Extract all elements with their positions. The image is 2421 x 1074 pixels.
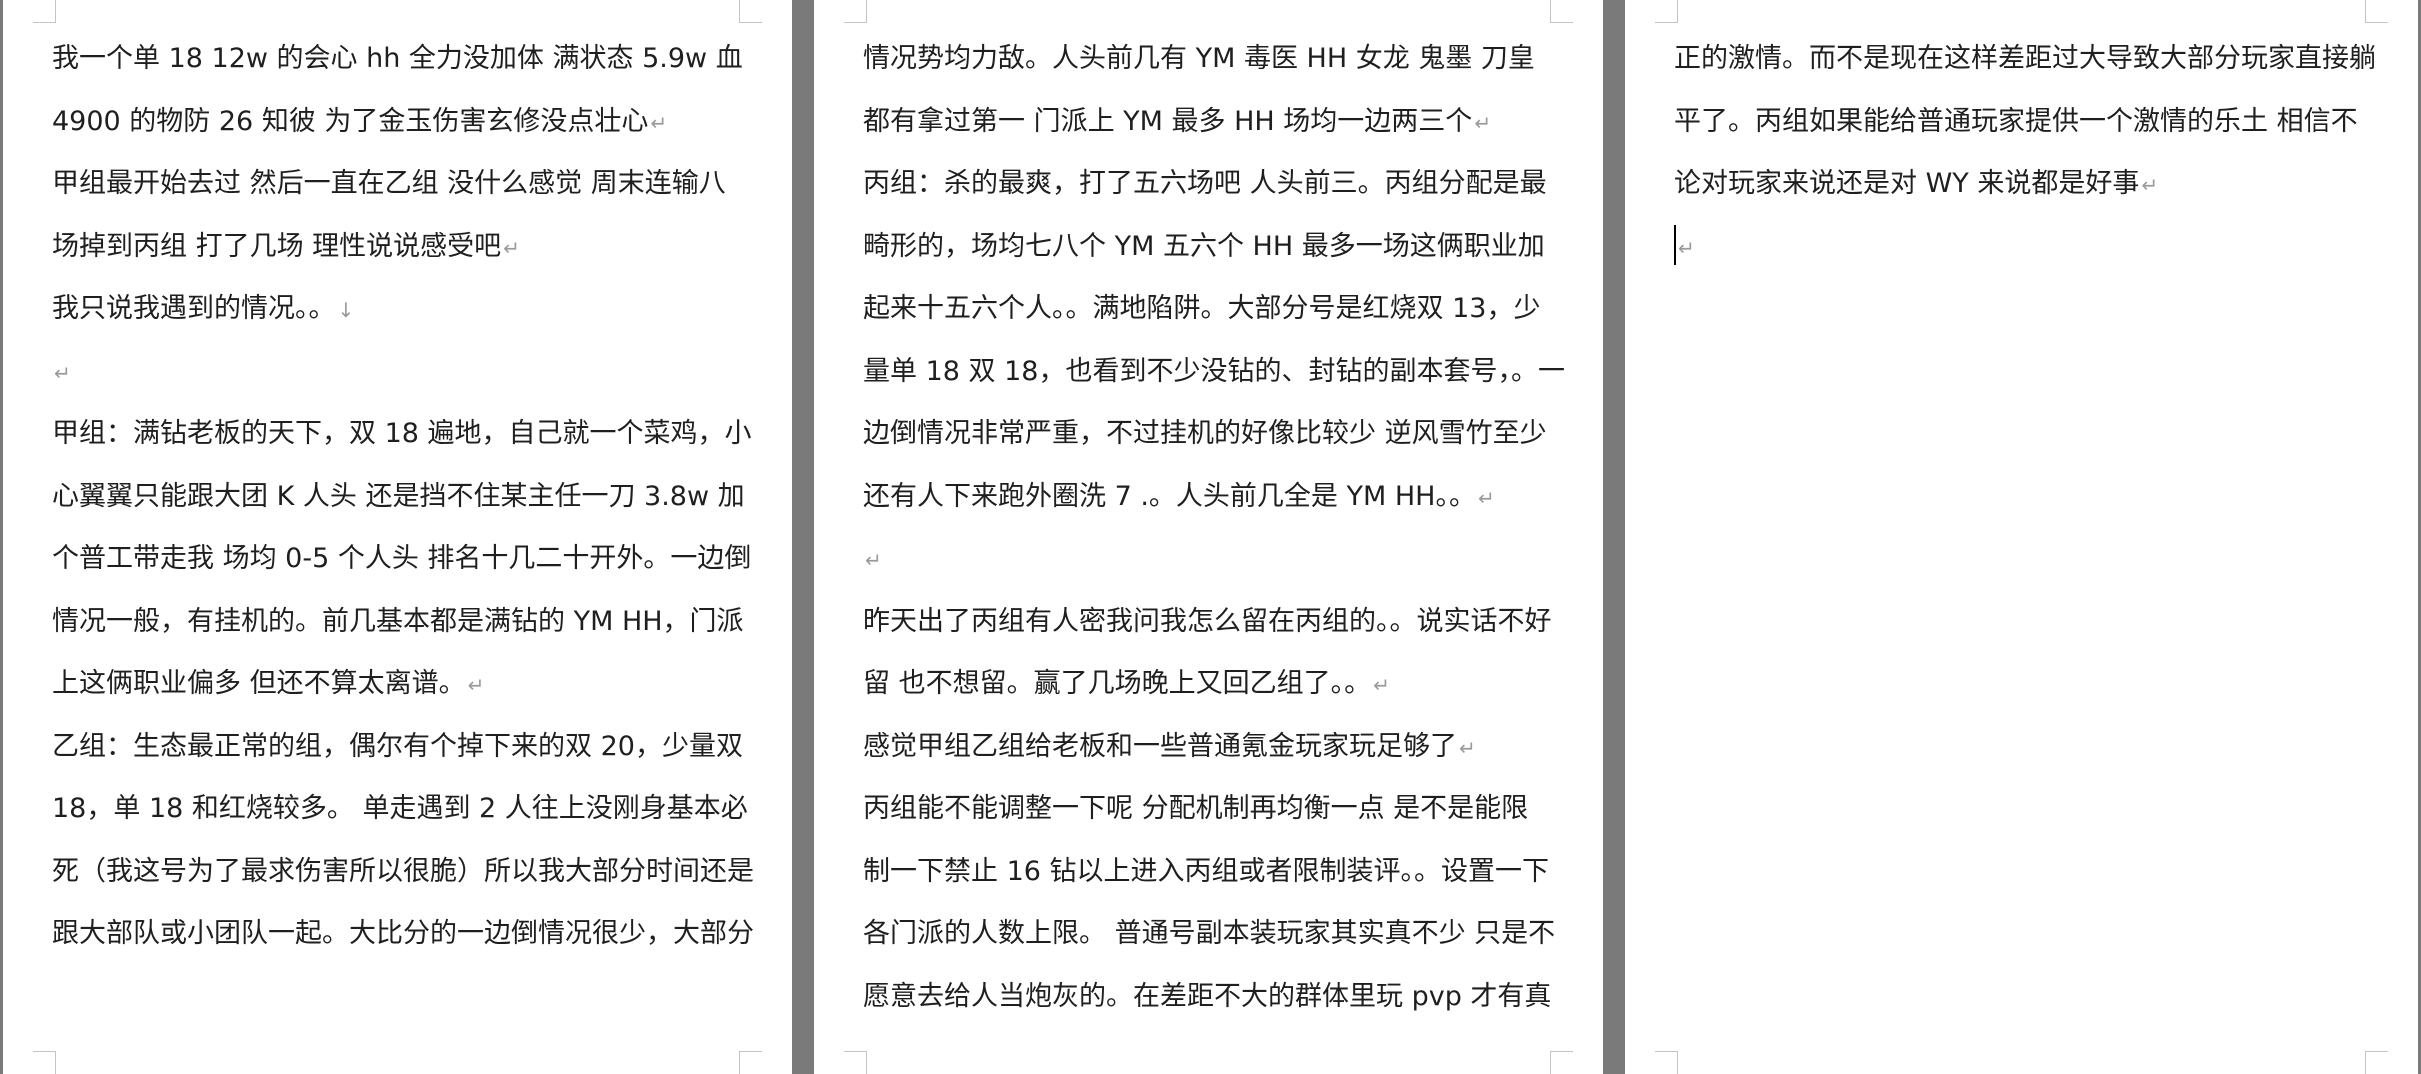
document-page-3[interactable]: 正的激情。而不是现在这样差距过大导致大部分玩家直接躺 平了。丙组如果能给普通玩家… [1625,0,2418,1074]
line-break-icon: ↓ [337,298,355,322]
text-line[interactable]: 丙组：杀的最爽，打了五六场吧 人头前三。丙组分配是最 [863,153,1563,216]
text-line[interactable]: 论对玩家来说还是对 WY 来说都是好事 ↵ [1674,153,2374,216]
paragraph-mark-icon: ↵ [503,235,520,260]
text-line[interactable]: 各门派的人数上限。 普通号副本装玩家其实真不少 只是不 [863,903,1563,966]
paragraph-mark-icon: ↵ [865,548,882,572]
page-corner-mark [844,1051,867,1074]
text-line[interactable]: 量单 18 双 18，也看到不少没钻的、封钻的副本套号，。一 [863,341,1565,404]
text-line[interactable]: 情况一般，有挂机的。前几基本都是满钻的 YM HH，门派 [52,591,752,654]
text-line[interactable]: 甲组最开始去过 然后一直在乙组 没什么感觉 周末连输八 [52,153,752,216]
text-line[interactable]: 死（我这号为了最求伤害所以很脆）所以我大部分时间还是 [52,841,754,904]
text-line[interactable]: ↵ [52,341,752,404]
page-corner-mark [739,1051,762,1074]
text-line[interactable]: ↵ [1674,216,2374,279]
text-line[interactable]: 留 也不想留。赢了几场晚上又回乙组了。。 ↵ [863,653,1563,716]
text-line[interactable]: 乙组：生态最正常的组，偶尔有个掉下来的双 20，少量双 [52,716,752,779]
page-corner-mark [739,0,762,23]
page-corner-mark [1655,0,1678,23]
paragraph-mark-icon: ↵ [54,360,71,385]
text-line[interactable]: 我一个单 18 12w 的会心 hh 全力没加体 满状态 5.9w 血 [52,28,752,91]
text-line[interactable]: 场掉到丙组 打了几场 理性说说感受吧 ↵ [52,216,752,279]
page-corner-mark [2365,1051,2388,1074]
document-page-2[interactable]: 情况势均力敌。人头前几有 YM 毒医 HH 女龙 鬼墨 刀皇 都有拿过第一 门派… [814,0,1603,1074]
page-corner-mark [2365,0,2388,23]
text-line[interactable]: ↵ [863,528,1563,591]
text-line[interactable]: 感觉甲组乙组给老板和一些普通氪金玩家玩足够了 ↵ [863,716,1563,779]
page-3-text-body[interactable]: 正的激情。而不是现在这样差距过大导致大部分玩家直接躺 平了。丙组如果能给普通玩家… [1674,28,2376,279]
text-line[interactable]: 我只说我遇到的情况。。 ↓ [52,278,752,341]
text-line[interactable]: 昨天出了丙组有人密我问我怎么留在丙组的。。说实话不好 [863,591,1563,654]
page-corner-mark [1550,1051,1573,1074]
paragraph-mark-icon: ↵ [2141,173,2159,197]
text-line[interactable]: 跟大部队或小团队一起。大比分的一边倒情况很少，大部分 [52,903,754,966]
text-line[interactable]: 甲组：满钻老板的天下，双 18 遍地，自己就一个菜鸡，小 [52,403,752,466]
paragraph-mark-icon: ↵ [467,673,485,697]
page-corner-mark [33,1051,56,1074]
page-corner-mark [844,0,867,23]
text-line[interactable]: 还有人下来跑外圈洗 7 .。人头前几全是 YM HH。。 ↵ [863,466,1563,529]
document-page-1[interactable]: 我一个单 18 12w 的会心 hh 全力没加体 满状态 5.9w 血 4900… [3,0,792,1074]
text-line[interactable]: 边倒情况非常严重，不过挂机的好像比较少 逆风雪竹至少 [863,403,1563,466]
text-line[interactable]: 心翼翼只能跟大团 K 人头 还是挡不住某主任一刀 3.8w 加 [52,466,752,529]
text-line[interactable]: 18，单 18 和红烧较多。 单走遇到 2 人往上没刚身基本必 [52,778,752,841]
text-line[interactable]: 4900 的物防 26 知彼 为了金玉伤害玄修没点壮心 ↵ [52,91,752,154]
text-line[interactable]: 丙组能不能调整一下呢 分配机制再均衡一点 是不是能限 [863,778,1563,841]
paragraph-mark-icon: ↵ [1474,110,1492,135]
page-corner-mark [33,0,56,23]
text-line[interactable]: 畸形的，场均七八个 YM 五六个 HH 最多一场这俩职业加 [863,216,1563,279]
text-line[interactable]: 正的激情。而不是现在这样差距过大导致大部分玩家直接躺 [1674,28,2376,91]
paragraph-mark-icon: ↵ [1373,673,1390,697]
paragraph-mark-icon: ↵ [1477,485,1495,510]
text-line[interactable]: 上这俩职业偏多 但还不算太离谱。 ↵ [52,653,752,716]
paragraph-mark-icon: ↵ [1459,735,1476,760]
page-1-text-body[interactable]: 我一个单 18 12w 的会心 hh 全力没加体 满状态 5.9w 血 4900… [52,28,754,966]
text-line[interactable]: 个普工带走我 场均 0-5 个人头 排名十几二十开外。一边倒 [52,528,752,591]
text-line[interactable]: 起来十五六个人。。满地陷阱。大部分号是红烧双 13，少 [863,278,1563,341]
text-line[interactable]: 情况势均力敌。人头前几有 YM 毒医 HH 女龙 鬼墨 刀皇 [863,28,1563,91]
page-corner-mark [1550,0,1573,23]
text-line[interactable]: 平了。丙组如果能给普通玩家提供一个激情的乐土 相信不 [1674,91,2374,154]
page-2-text-body[interactable]: 情况势均力敌。人头前几有 YM 毒医 HH 女龙 鬼墨 刀皇 都有拿过第一 门派… [863,28,1565,1029]
paragraph-mark-icon: ↵ [1678,235,1695,260]
paragraph-mark-icon: ↵ [650,110,668,135]
page-corner-mark [1655,1051,1678,1074]
text-line[interactable]: 都有拿过第一 门派上 YM 最多 HH 场均一边两三个 ↵ [863,91,1563,154]
text-line[interactable]: 制一下禁止 16 钻以上进入丙组或者限制装评。。设置一下 [863,841,1563,904]
text-cursor [1674,224,1676,265]
text-line[interactable]: 愿意去给人当炮灰的。在差距不大的群体里玩 pvp 才有真 [863,966,1563,1029]
